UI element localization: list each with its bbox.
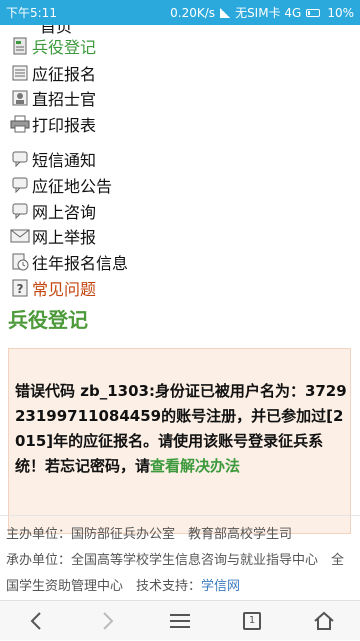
chat-icon (10, 149, 30, 169)
browser-nav-bar: 1 (0, 600, 360, 640)
menu-item-online-consult[interactable]: 网上咨询 (10, 200, 96, 222)
menu-button[interactable] (144, 601, 216, 641)
support-link[interactable]: 学信网 (201, 579, 240, 594)
menu-item-online-report[interactable]: 网上举报 (10, 225, 96, 247)
back-button[interactable] (0, 601, 72, 641)
footer-organizer-text: 承办单位：全国高等学校学生信息咨询与就业指导中心 全国学生资助管理中心 技术支持… (6, 553, 345, 594)
mail-icon (10, 226, 30, 246)
menu-item-print-report[interactable]: 打印报表 (10, 113, 96, 135)
forward-button[interactable] (72, 601, 144, 641)
svg-text:?: ? (17, 282, 24, 296)
battery-icon (306, 8, 321, 17)
page-title: 兵役登记 (8, 308, 88, 332)
chevron-left-icon (30, 611, 41, 630)
hamburger-icon (170, 613, 190, 628)
menu-label: 网上咨询 (32, 203, 97, 222)
history-icon (10, 252, 30, 272)
chat-icon (10, 201, 30, 221)
page-content: 首页 兵役登记 应征报名 直招士官 打印报表 短信通知 应征地公告 网上咨询 网… (0, 25, 360, 600)
menu-label: 直招士官 (32, 90, 97, 109)
footer-sponsor: 主办单位：国防部征兵办公室 教育部高校学生司 (6, 527, 293, 542)
status-time: 下午5:11 (6, 6, 57, 20)
carrier-label: 无SIM卡 4G (235, 6, 302, 20)
menu-item-faq[interactable]: ? 常见问题 (10, 277, 96, 299)
error-message: 错误代码 zb_1303:身份证已被用户名为：37292319971108445… (15, 379, 347, 479)
menu-item-enlistment-signup[interactable]: 应征报名 (10, 62, 96, 84)
menu-item-direct-sergeant[interactable]: 直招士官 (10, 87, 96, 109)
menu-label: 应征报名 (32, 65, 97, 84)
menu-label: 打印报表 (32, 116, 97, 135)
menu-label: 往年报名信息 (32, 254, 129, 273)
menu-item-local-announcement[interactable]: 应征地公告 (10, 174, 112, 196)
chat-icon (10, 175, 30, 195)
person-card-icon (10, 88, 30, 108)
question-icon: ? (10, 278, 30, 298)
site-footer: 主办单位：国防部征兵办公室 教育部高校学生司 承办单位：全国高等学校学生信息咨询… (0, 515, 360, 600)
menu-item-past-signup-info[interactable]: 往年报名信息 (10, 251, 128, 273)
home-button[interactable] (288, 601, 360, 641)
status-bar: 下午5:11 0.20K/s 无SIM卡 4G 10% (0, 0, 360, 25)
menu-label: 常见问题 (32, 280, 97, 299)
menu-item-sms-notice[interactable]: 短信通知 (10, 148, 96, 170)
tabs-icon: 1 (243, 611, 261, 630)
chevron-right-icon (103, 611, 114, 630)
menu-label: 短信通知 (32, 151, 97, 170)
battery-level: 10% (327, 5, 354, 20)
home-icon (314, 611, 334, 630)
footer-organizer: 承办单位：全国高等学校学生信息咨询与就业指导中心 全国学生资助管理中心 技术支持… (6, 548, 354, 600)
signal-icon (220, 7, 231, 18)
error-alert: 错误代码 zb_1303:身份证已被用户名为：37292319971108445… (8, 348, 351, 534)
menu-item-military-registration[interactable]: 兵役登记 (10, 35, 96, 57)
printer-icon (10, 114, 30, 134)
view-solution-link[interactable]: 查看解决办法 (150, 457, 240, 475)
doc-icon (10, 36, 30, 56)
menu-label: 兵役登记 (32, 38, 97, 57)
menu-label: 应征地公告 (32, 177, 113, 196)
network-speed: 0.20K/s (170, 5, 216, 20)
tabs-button[interactable]: 1 (216, 601, 288, 641)
form-icon (10, 63, 30, 83)
menu-label: 网上举报 (32, 228, 97, 247)
